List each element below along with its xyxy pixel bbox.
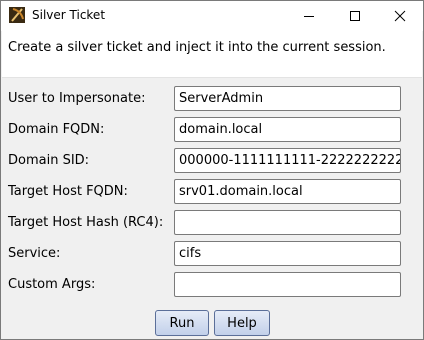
description-panel: Create a silver ticket and inject it int… [2,31,422,78]
target-hash-label: Target Host Hash (RC4): [8,215,164,230]
bow-arrow-icon [9,7,25,23]
maximize-icon [350,11,360,21]
description-text: Create a silver ticket and inject it int… [8,40,386,55]
target-host-input[interactable]: srv01.domain.local [174,179,401,204]
service-input[interactable]: cifs [174,241,401,266]
close-icon [394,10,406,22]
maximize-button[interactable] [332,1,378,31]
target-hash-input[interactable] [174,210,401,235]
domain-sid-label: Domain SID: [8,153,90,168]
custom-args-label: Custom Args: [8,277,96,292]
custom-args-input[interactable] [174,272,401,297]
window-title: Silver Ticket [32,8,106,22]
domain-sid-input[interactable]: 000000-1111111111-2222222222 [174,148,401,173]
user-label: User to Impersonate: [8,91,146,106]
run-button[interactable]: Run [155,310,209,336]
domain-fqdn-label: Domain FQDN: [8,122,105,137]
title-bar[interactable]: Silver Ticket [1,1,423,31]
user-input[interactable]: ServerAdmin [174,86,401,111]
service-label: Service: [8,246,61,261]
close-button[interactable] [377,1,423,31]
help-button[interactable]: Help [214,310,270,336]
domain-fqdn-input[interactable]: domain.local [174,117,401,142]
silver-ticket-window: Silver Ticket Create a silver ticket and… [0,0,424,340]
minimize-button[interactable] [286,1,332,31]
target-host-label: Target Host FQDN: [8,184,128,199]
minimize-icon [304,16,314,17]
